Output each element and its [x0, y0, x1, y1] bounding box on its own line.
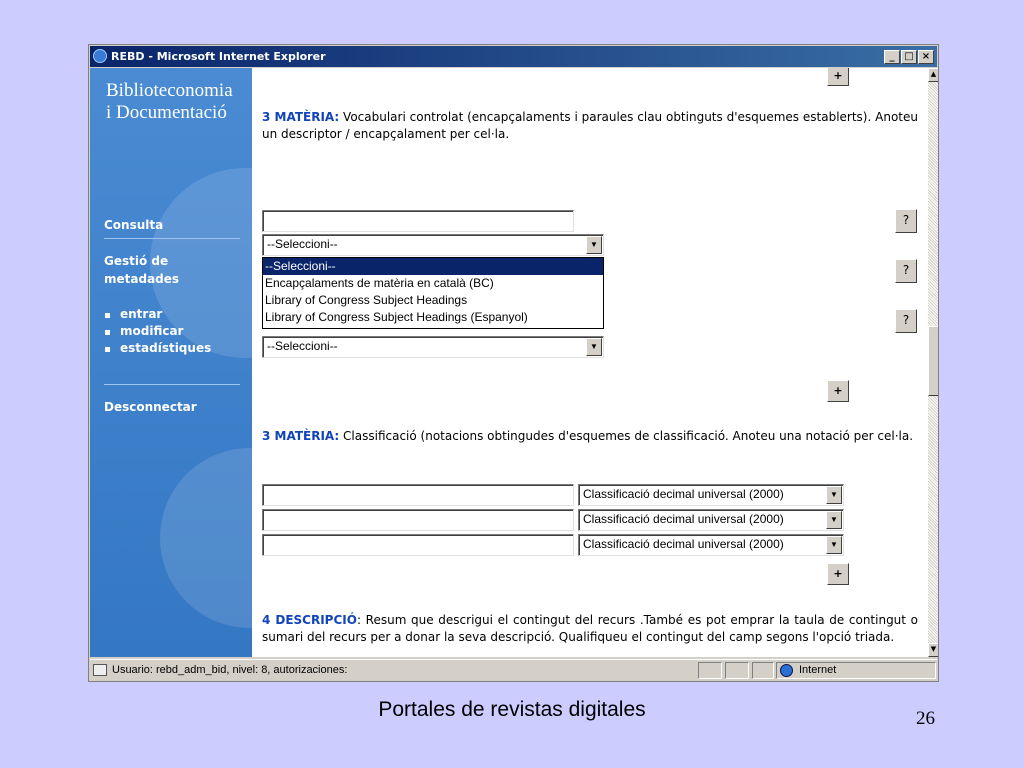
section-heading: 3 MATÈRIA: [262, 110, 340, 124]
status-pane [752, 662, 774, 679]
status-bar: Usuario: rebd_adm_bid, nivel: 8, autoriz… [90, 659, 937, 681]
help-button[interactable]: ? [895, 209, 917, 233]
sidebar-item-modificar[interactable]: modificar [104, 323, 183, 340]
status-pane [698, 662, 722, 679]
scheme-dropdown-list[interactable]: --Seleccioni-- Encapçalaments de matèria… [262, 257, 604, 329]
sidebar-divider [104, 384, 240, 385]
scrollbar-thumb[interactable] [928, 326, 938, 396]
add-row-button[interactable]: + [827, 380, 849, 402]
scheme-select[interactable]: --Seleccioni-- ▼ [262, 336, 604, 358]
dropdown-option[interactable]: Encapçalaments de matèria en català (BC) [263, 275, 603, 292]
chevron-down-icon[interactable]: ▼ [826, 536, 842, 554]
section-text: Classificació (notacions obtingudes d'es… [339, 429, 914, 443]
sidebar-item-estadistiques[interactable]: estadístiques [104, 340, 211, 357]
globe-icon [780, 664, 793, 677]
section-heading: 3 MATÈRIA: [262, 429, 340, 443]
vertical-scrollbar[interactable]: ▲ ▼ [928, 68, 938, 657]
section-descripcio: 4 DESCRIPCIÓ: Resum que descrigui el con… [262, 612, 918, 646]
chevron-down-icon[interactable]: ▼ [586, 338, 602, 356]
classification-input[interactable] [262, 509, 574, 531]
close-button[interactable]: × [918, 50, 934, 64]
sidebar-item-gestio[interactable]: Gestió de metadades [104, 252, 179, 288]
select-value: --Seleccioni-- [267, 339, 338, 353]
minimize-button[interactable]: _ [884, 50, 900, 64]
select-value: Classificació decimal universal (2000) [583, 537, 784, 551]
chevron-down-icon[interactable]: ▼ [586, 236, 602, 254]
page-icon [93, 664, 107, 676]
section-text: Vocabulari controlat (encapçalaments i p… [262, 110, 918, 141]
section-materia-vocabulari: 3 MATÈRIA: Vocabulari controlat (encapça… [262, 109, 918, 143]
scroll-down-icon[interactable]: ▼ [928, 643, 938, 657]
brand-line-2: i Documentació [106, 102, 227, 123]
sidebar-divider [104, 238, 240, 239]
chevron-down-icon[interactable]: ▼ [826, 511, 842, 529]
title-bar: REBD - Microsoft Internet Explorer _ □ × [90, 46, 937, 67]
sidebar-item-entrar[interactable]: entrar [104, 306, 162, 323]
dropdown-option[interactable]: Library of Congress Subject Headings [263, 292, 603, 309]
section-text: : Resum que descrigui el contingut del r… [262, 613, 918, 644]
slide-caption: Portales de revistas digitales [378, 698, 646, 721]
window-title: REBD - Microsoft Internet Explorer [111, 50, 326, 63]
chevron-down-icon[interactable]: ▼ [826, 486, 842, 504]
slide-page-number: 26 [916, 708, 935, 729]
section-heading: 4 DESCRIPCIÓ [262, 613, 357, 627]
select-value: Classificació decimal universal (2000) [583, 487, 784, 501]
select-value: Classificació decimal universal (2000) [583, 512, 784, 526]
browser-window: REBD - Microsoft Internet Explorer _ □ ×… [88, 44, 939, 682]
classification-input[interactable] [262, 484, 574, 506]
scheme-select[interactable]: --Seleccioni-- ▼ [262, 234, 604, 256]
help-button[interactable]: ? [895, 309, 917, 333]
section-materia-classificacio: 3 MATÈRIA: Classificació (notacions obti… [262, 428, 918, 445]
status-pane [725, 662, 749, 679]
gestio-label-line-1: Gestió de [104, 254, 169, 268]
site-brand: Biblioteconomia i Documentació [106, 80, 233, 124]
classification-select[interactable]: Classificació decimal universal (2000) ▼ [578, 509, 844, 531]
subject-heading-input[interactable] [262, 210, 574, 232]
maximize-button[interactable]: □ [901, 50, 917, 64]
sidebar-item-consulta[interactable]: Consulta [104, 216, 163, 234]
sidebar: Biblioteconomia i Documentació Consulta … [90, 68, 252, 657]
classification-input[interactable] [262, 534, 574, 556]
sidebar-item-desconnectar[interactable]: Desconnectar [104, 398, 197, 416]
gestio-label-line-2: metadades [104, 272, 180, 286]
ie-logo-icon [93, 49, 107, 63]
security-zone: Internet [799, 664, 837, 676]
scroll-up-icon[interactable]: ▲ [928, 68, 938, 82]
watermark-shape [160, 448, 252, 628]
status-text: Usuario: rebd_adm_bid, nivel: 8, autoriz… [112, 664, 348, 676]
dropdown-option[interactable]: --Seleccioni-- [263, 258, 603, 275]
main-content: + 3 MATÈRIA: Vocabulari controlat (encap… [252, 68, 928, 657]
select-value: --Seleccioni-- [267, 237, 338, 251]
classification-select[interactable]: Classificació decimal universal (2000) ▼ [578, 534, 844, 556]
classification-select[interactable]: Classificació decimal universal (2000) ▼ [578, 484, 844, 506]
help-button[interactable]: ? [895, 259, 917, 283]
add-row-button[interactable]: + [827, 563, 849, 585]
dropdown-option[interactable]: Library of Congress Subject Headings (Es… [263, 309, 603, 326]
brand-line-1: Biblioteconomia [106, 80, 233, 101]
add-row-button[interactable]: + [827, 68, 849, 86]
